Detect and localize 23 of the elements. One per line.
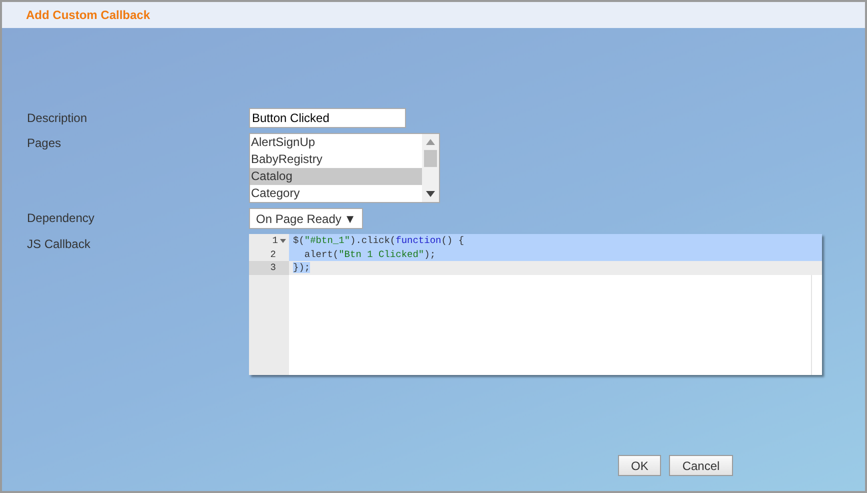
input-field[interactable]: Button Clicked bbox=[249, 108, 406, 128]
pages-listbox[interactable]: AlertSignUp BabyRegistry Catalog Category bbox=[249, 133, 440, 203]
code-editor[interactable]: 1 $("#btn_1").click(function() { 2 alert("Btn 1 Clicked"); 3 }); bbox=[249, 234, 822, 375]
scroll-up-icon[interactable] bbox=[426, 139, 435, 145]
line-number: 1 bbox=[272, 234, 278, 248]
field-label: JS Callback bbox=[27, 236, 92, 253]
field-label: Pages bbox=[27, 135, 62, 152]
dialog-button[interactable]: OK bbox=[618, 455, 662, 476]
list-item[interactable]: AlertSignUp bbox=[250, 134, 422, 151]
field-label: Dependency bbox=[27, 210, 96, 227]
dependency-dropdown[interactable]: On Page Ready ▼ bbox=[249, 208, 363, 229]
dialog-title: Add Custom Callback bbox=[26, 7, 150, 24]
scroll-thumb[interactable] bbox=[424, 150, 437, 167]
fold-icon[interactable] bbox=[280, 238, 286, 243]
scrollbar[interactable] bbox=[422, 134, 439, 202]
list-item[interactable]: BabyRegistry bbox=[250, 151, 422, 168]
line-number: 3 bbox=[270, 261, 276, 274]
list-item[interactable]: Category bbox=[250, 185, 422, 202]
field-label: Description bbox=[27, 110, 88, 127]
dialog-button[interactable]: Cancel bbox=[669, 455, 733, 476]
line-number: 2 bbox=[270, 248, 276, 261]
list-item[interactable]: Catalog bbox=[250, 168, 422, 185]
scroll-down-icon[interactable] bbox=[426, 191, 435, 197]
